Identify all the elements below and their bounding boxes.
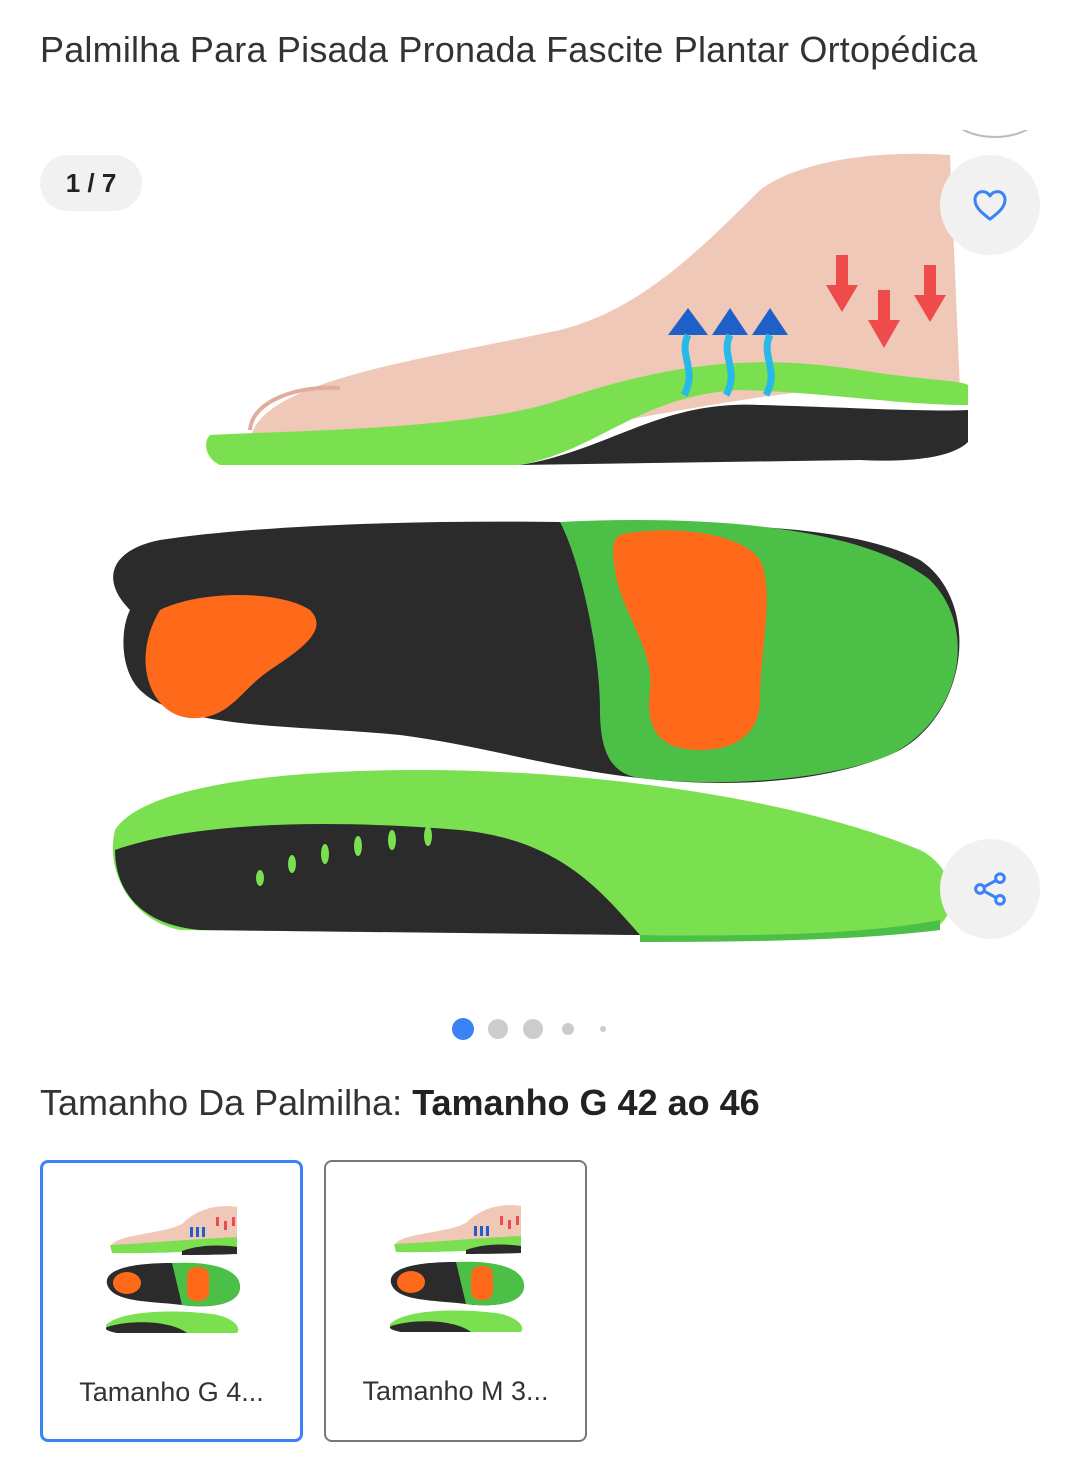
image-counter: 1 / 7: [40, 155, 142, 211]
pagination-dot[interactable]: [562, 1023, 574, 1035]
product-title: Palmilha Para Pisada Pronada Fascite Pla…: [40, 29, 978, 70]
share-icon: [974, 872, 1006, 906]
variant-option-label: Tamanho G 4...: [79, 1377, 264, 1407]
share-button[interactable]: [940, 839, 1040, 939]
product-image-gallery[interactable]: 1 / 7: [0, 130, 1080, 1000]
pagination-dot[interactable]: [600, 1026, 606, 1032]
favorite-button[interactable]: [940, 155, 1040, 255]
heart-icon: [973, 190, 1007, 221]
variant-option-m[interactable]: Tamanho M 3...: [324, 1160, 587, 1442]
variant-selector-label: Tamanho Da Palmilha: Tamanho G 42 ao 46: [40, 1080, 760, 1126]
variant-option-g[interactable]: Tamanho G 4...: [40, 1160, 303, 1442]
carousel-pagination: [0, 1018, 1080, 1040]
variant-option-label: Tamanho M 3...: [362, 1376, 549, 1406]
variant-label-text: Tamanho Da Palmilha:: [40, 1082, 403, 1123]
variant-thumbnail-m: [389, 1205, 524, 1332]
pagination-dot-active[interactable]: [452, 1018, 474, 1040]
pagination-dot[interactable]: [488, 1019, 508, 1039]
foot-insole-illustration: [206, 153, 968, 465]
variant-selected-value: Tamanho G 42 ao 46: [412, 1082, 760, 1123]
variant-thumbnail-g: [105, 1206, 240, 1333]
insole-bottom-illustration: [112, 520, 960, 942]
product-image[interactable]: [0, 130, 1080, 1000]
pagination-dot[interactable]: [523, 1019, 543, 1039]
